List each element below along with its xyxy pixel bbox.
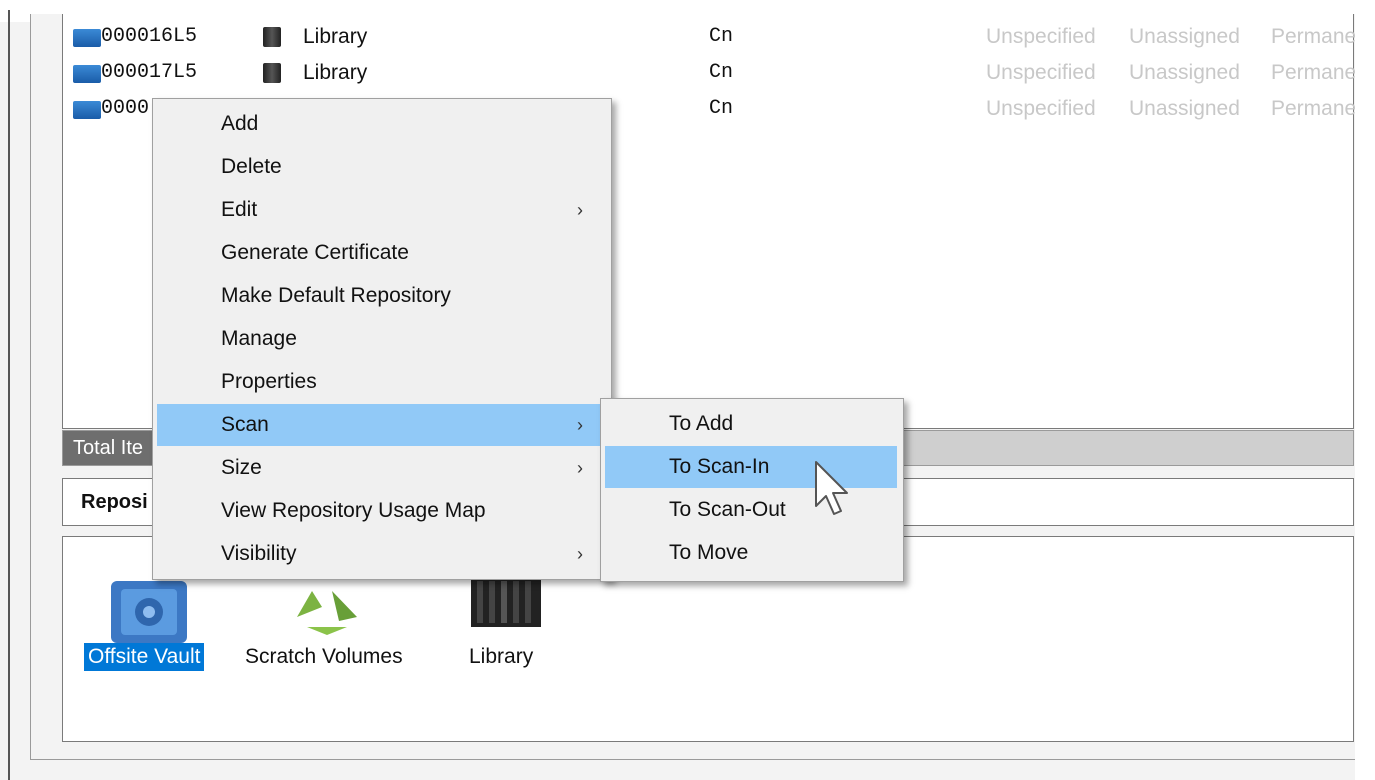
mouse-cursor-icon <box>815 461 848 515</box>
submenu-item-to-move[interactable]: To Move <box>605 532 897 574</box>
volume-col1: Unspecified <box>986 97 1096 120</box>
volume-col3: Permane <box>1271 97 1357 120</box>
submenu-item-label: To Scan-In <box>669 455 770 478</box>
submenu-item-label: To Add <box>669 412 734 435</box>
table-row[interactable]: 000017L5 Library Cn Unspecified Unassign… <box>63 56 1357 90</box>
volume-col2: Unassigned <box>1129 25 1240 48</box>
menu-item-add[interactable]: Add <box>157 103 607 145</box>
library-icon[interactable] <box>471 577 541 633</box>
volume-id: 000017L5 <box>101 61 198 84</box>
menu-item-label: Visibility <box>221 542 297 565</box>
chevron-right-icon: › <box>577 458 583 478</box>
menu-item-label: Generate Certificate <box>221 241 409 264</box>
screenshot-torn-edge-right <box>1355 0 1375 780</box>
volume-icon <box>73 29 101 47</box>
library-icon <box>263 27 281 47</box>
repository-label-scratch-volumes[interactable]: Scratch Volumes <box>245 645 403 669</box>
window-border <box>8 10 10 780</box>
menu-item-properties[interactable]: Properties <box>157 361 607 403</box>
submenu-item-to-scan-out[interactable]: To Scan-Out <box>605 489 897 531</box>
volume-col1: Unspecified <box>986 25 1096 48</box>
submenu-item-label: To Move <box>669 541 749 564</box>
chevron-right-icon: › <box>577 415 583 435</box>
volume-cn: Cn <box>709 61 734 84</box>
menu-item-label: Size <box>221 456 262 479</box>
volume-col1: Unspecified <box>986 61 1096 84</box>
table-row[interactable]: 000016L5 Library Cn Unspecified Unassign… <box>63 20 1357 54</box>
volume-repository: Library <box>303 25 368 48</box>
chevron-right-icon: › <box>577 544 583 564</box>
volume-col3: Permane <box>1271 61 1357 84</box>
repository-label-library[interactable]: Library <box>469 645 533 669</box>
menu-item-label: Manage <box>221 327 297 350</box>
scan-submenu: To Add To Scan-In To Scan-Out To Move <box>600 398 904 582</box>
total-items-label: Total Ite <box>63 431 154 465</box>
menu-item-manage[interactable]: Manage <box>157 318 607 360</box>
library-icon <box>263 63 281 83</box>
recycle-icon[interactable] <box>277 577 377 643</box>
menu-item-label: Edit <box>221 198 258 221</box>
vault-icon[interactable] <box>101 577 197 653</box>
menu-item-label: View Repository Usage Map <box>221 499 486 522</box>
menu-item-label: Delete <box>221 155 282 178</box>
context-menu: Add Delete Edit › Generate Certificate M… <box>152 98 612 580</box>
menu-item-edit[interactable]: Edit › <box>157 189 607 231</box>
menu-item-view-repository-usage-map[interactable]: View Repository Usage Map <box>157 490 607 532</box>
volume-icon <box>73 101 101 119</box>
menu-item-delete[interactable]: Delete <box>157 146 607 188</box>
volume-icon <box>73 65 101 83</box>
menu-item-label: Scan <box>221 413 269 436</box>
menu-item-label: Properties <box>221 370 317 393</box>
submenu-item-to-add[interactable]: To Add <box>605 403 897 445</box>
menu-item-visibility[interactable]: Visibility › <box>157 533 607 575</box>
submenu-item-to-scan-in[interactable]: To Scan-In <box>605 446 897 488</box>
chevron-right-icon: › <box>577 200 583 220</box>
repositories-title: Reposi <box>81 491 148 513</box>
volume-cn: Cn <box>709 25 734 48</box>
volume-repository: Library <box>303 61 368 84</box>
volume-id: 0000 <box>101 97 150 120</box>
menu-item-label: Add <box>221 112 259 135</box>
volume-col3: Permane <box>1271 25 1357 48</box>
volume-col2: Unassigned <box>1129 61 1240 84</box>
volume-cn: Cn <box>709 97 734 120</box>
menu-item-scan[interactable]: Scan › <box>157 404 607 446</box>
menu-item-make-default-repository[interactable]: Make Default Repository <box>157 275 607 317</box>
repository-label-offsite-vault[interactable]: Offsite Vault <box>84 643 205 671</box>
volume-col2: Unassigned <box>1129 97 1240 120</box>
submenu-item-label: To Scan-Out <box>669 498 786 521</box>
menu-item-size[interactable]: Size › <box>157 447 607 489</box>
volume-id: 000016L5 <box>101 25 198 48</box>
menu-item-generate-certificate[interactable]: Generate Certificate <box>157 232 607 274</box>
menu-item-label: Make Default Repository <box>221 284 451 307</box>
